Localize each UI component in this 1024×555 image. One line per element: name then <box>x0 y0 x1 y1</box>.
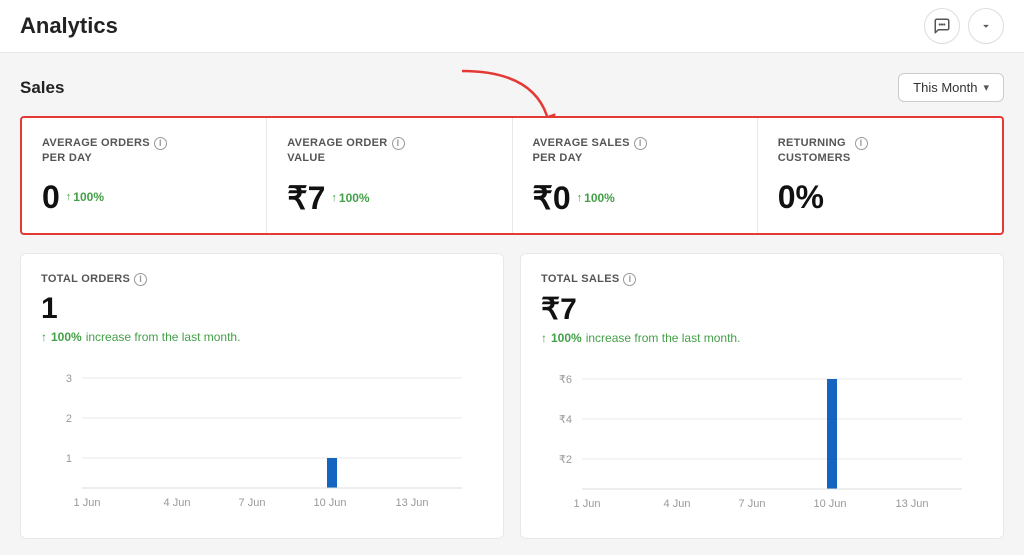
up-arrow-icon: ↑ <box>41 330 47 344</box>
stat-value-avg-sales: ₹0 ↑ 100% <box>533 179 737 217</box>
chat-icon <box>933 17 951 35</box>
svg-text:13 Jun: 13 Jun <box>395 497 428 509</box>
chart-card-total-orders: TOTAL ORDERS i 1 ↑ 100% increase from th… <box>20 253 504 539</box>
chart-value-total-sales: ₹7 <box>541 292 983 327</box>
svg-text:₹2: ₹2 <box>559 454 572 466</box>
this-month-dropdown[interactable]: This Month ▾ <box>898 73 1004 102</box>
total-sales-prefix: ₹ <box>541 293 560 326</box>
stat-label-returning-customers: RETURNINGCUSTOMERS i <box>778 136 982 167</box>
stat-card-returning-customers: RETURNINGCUSTOMERS i 0% <box>758 118 1002 233</box>
chart-label-total-orders: TOTAL ORDERS i <box>41 272 483 286</box>
svg-text:1 Jun: 1 Jun <box>74 497 101 509</box>
chart-card-total-sales: TOTAL SALES i ₹7 ↑ 100% increase from th… <box>520 253 1004 539</box>
chart-increase-total-orders: ↑ 100% increase from the last month. <box>41 330 483 344</box>
dropdown-label: This Month <box>913 80 977 95</box>
stat-value-returning-customers: 0% <box>778 179 982 216</box>
svg-text:1 Jun: 1 Jun <box>574 498 601 510</box>
svg-text:7 Jun: 7 Jun <box>739 498 766 510</box>
stat-card-avg-sales: AVERAGE SALESPER DAY i ₹0 ↑ 100% <box>513 118 758 233</box>
chevron-down-icon: ▾ <box>983 81 989 94</box>
svg-text:10 Jun: 10 Jun <box>313 497 346 509</box>
chevron-down-icon <box>979 19 993 33</box>
svg-text:4 Jun: 4 Jun <box>664 498 691 510</box>
total-orders-chart: 3 2 1 1 Jun 4 Jun 7 Jun 10 Jun 13 Jun <box>41 358 483 523</box>
stat-label-avg-sales: AVERAGE SALESPER DAY i <box>533 136 737 167</box>
dropdown-button[interactable] <box>968 8 1004 44</box>
charts-row: TOTAL ORDERS i 1 ↑ 100% increase from th… <box>20 253 1004 539</box>
stats-container: AVERAGE ORDERSPER DAY i 0 ↑ 100% AVERAGE… <box>20 116 1004 235</box>
stat-value-avg-orders: 0 ↑ 100% <box>42 179 246 216</box>
info-icon-total-sales: i <box>623 273 636 286</box>
info-icon-avg-sales: i <box>634 137 647 150</box>
section-header: Sales This Month ▾ <box>20 73 1004 102</box>
svg-text:4 Jun: 4 Jun <box>164 497 191 509</box>
up-arrow-icon: ↑ <box>331 192 337 204</box>
stat-change-avg-orders: ↑ 100% <box>66 190 104 204</box>
stat-change-avg-sales: ↑ 100% <box>577 191 615 205</box>
stat-label-avg-order-value: AVERAGE ORDERVALUE i <box>287 136 491 167</box>
chart-increase-total-sales: ↑ 100% increase from the last month. <box>541 331 983 345</box>
section-title: Sales <box>20 78 64 98</box>
svg-text:3: 3 <box>66 373 72 385</box>
svg-text:₹4: ₹4 <box>559 414 572 426</box>
up-arrow-icon: ↑ <box>541 331 547 345</box>
info-icon-avg-orders: i <box>154 137 167 150</box>
stat-value-avg-order-value: ₹7 ↑ 100% <box>287 179 491 217</box>
stat-card-avg-order-value: AVERAGE ORDERVALUE i ₹7 ↑ 100% <box>267 118 512 233</box>
svg-text:₹6: ₹6 <box>559 374 572 386</box>
chart-value-total-orders: 1 <box>41 292 483 326</box>
stat-change-avg-order-value: ↑ 100% <box>331 191 369 205</box>
header-actions <box>924 8 1004 44</box>
stat-label-avg-orders: AVERAGE ORDERSPER DAY i <box>42 136 246 167</box>
chart-label-total-sales: TOTAL SALES i <box>541 272 983 286</box>
chat-button[interactable] <box>924 8 960 44</box>
main-content: Sales This Month ▾ AVERAGE ORDERSPER DAY… <box>0 53 1024 555</box>
svg-text:2: 2 <box>66 413 72 425</box>
up-arrow-icon: ↑ <box>66 191 72 203</box>
info-icon-returning-customers: i <box>855 137 868 150</box>
svg-text:10 Jun: 10 Jun <box>813 498 846 510</box>
svg-text:7 Jun: 7 Jun <box>239 497 266 509</box>
info-icon-total-orders: i <box>134 273 147 286</box>
up-arrow-icon: ↑ <box>577 192 583 204</box>
stat-card-avg-orders: AVERAGE ORDERSPER DAY i 0 ↑ 100% <box>22 118 267 233</box>
header: Analytics <box>0 0 1024 53</box>
stats-row: AVERAGE ORDERSPER DAY i 0 ↑ 100% AVERAGE… <box>20 116 1004 235</box>
svg-text:1: 1 <box>66 453 72 465</box>
page-title: Analytics <box>20 13 118 39</box>
svg-text:13 Jun: 13 Jun <box>895 498 928 510</box>
info-icon-avg-order-value: i <box>392 137 405 150</box>
total-sales-chart: ₹6 ₹4 ₹2 1 Jun 4 Jun 7 Jun 10 Jun 13 Jun <box>541 359 983 524</box>
